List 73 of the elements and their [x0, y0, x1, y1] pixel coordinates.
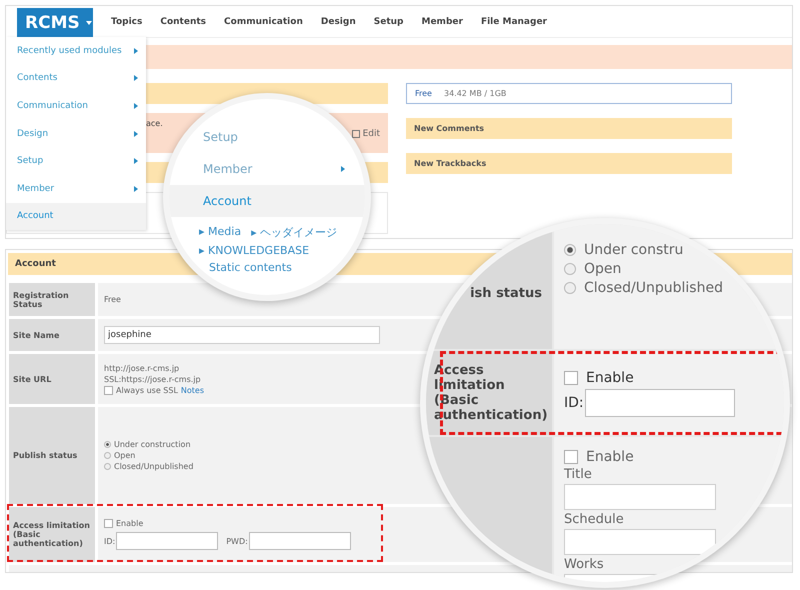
logo-button[interactable]: RCMS — [17, 8, 93, 37]
menu-item[interactable]: Contents — [6, 64, 146, 92]
row-label: Site Name — [9, 319, 95, 351]
radio-label: Closed/Unpublished — [584, 280, 723, 296]
radio-button[interactable] — [564, 282, 576, 294]
storage-plan: Free — [415, 89, 432, 98]
checkbox-label: Enable — [586, 370, 634, 386]
content-link[interactable]: ▸ Media — [199, 225, 242, 240]
submenu-arrow-icon — [134, 102, 138, 109]
url-text: http://jose.r-cms.jp — [104, 364, 180, 372]
menu-item[interactable]: Setup — [6, 147, 146, 175]
site-name-field[interactable]: josephine — [104, 326, 380, 344]
field-label: PWD: — [226, 536, 248, 546]
menu-item[interactable]: Account — [169, 185, 365, 217]
password-field[interactable] — [248, 532, 351, 550]
text-field[interactable] — [564, 484, 716, 510]
field-label: ID: — [104, 536, 116, 546]
content-link[interactable]: Static contents — [209, 261, 292, 274]
submenu-arrow-icon — [134, 130, 138, 137]
panel-header: New Comments — [406, 118, 732, 139]
submenu-arrow-icon — [134, 158, 138, 164]
row-label: Site URL — [9, 354, 95, 404]
row-label: Publish status — [9, 407, 95, 504]
submenu-arrow-icon — [134, 75, 138, 82]
checkbox-label: Enable — [116, 519, 144, 528]
id-field[interactable] — [584, 388, 735, 416]
radio-button[interactable] — [104, 452, 111, 459]
row-label: Access limitation (Basic authentication) — [9, 507, 95, 562]
menu-item[interactable]: Setup — [169, 121, 365, 153]
checkbox[interactable] — [564, 370, 578, 384]
menu-item[interactable]: Account — [6, 202, 146, 230]
menu-item[interactable]: Design — [6, 120, 146, 148]
nav-link[interactable]: Contents — [160, 16, 206, 26]
radio-button[interactable] — [104, 463, 111, 470]
field-label: Schedule — [564, 512, 624, 527]
row-label: Registration Status — [9, 283, 95, 316]
notice-text: ace. — [146, 119, 163, 128]
radio-button[interactable] — [564, 244, 576, 256]
checkbox[interactable] — [564, 450, 578, 464]
radio-button[interactable] — [564, 263, 576, 275]
radio-label: Open — [114, 451, 136, 460]
menu-item[interactable]: Member — [6, 174, 146, 203]
submenu-arrow-icon — [134, 48, 138, 54]
content-link[interactable]: ▸ ヘッダイメージ — [251, 225, 338, 240]
field-label: ID: — [564, 394, 584, 410]
submenu-arrow-icon — [134, 186, 138, 192]
checkbox[interactable] — [104, 386, 113, 394]
radio-label: Open — [584, 261, 622, 277]
nav-link[interactable]: Member — [422, 16, 463, 26]
url-text: SSL:https://jose.r-cms.jp — [104, 374, 201, 384]
panel-header: New Trackbacks — [406, 153, 732, 174]
nav-link[interactable]: Topics — [111, 16, 142, 26]
field-label: Title — [564, 467, 592, 482]
checkbox-label: Always use SSL — [116, 386, 178, 394]
storage-usage: 34.42 MB / 1GB — [444, 89, 506, 98]
notes-link[interactable]: Notes — [180, 386, 204, 394]
text-field[interactable] — [564, 529, 716, 555]
nav-link[interactable]: File Manager — [480, 16, 547, 26]
nav-link[interactable]: Communication — [224, 16, 303, 26]
menu-item[interactable]: Communication — [6, 92, 146, 120]
checkbox[interactable] — [104, 519, 113, 528]
menu-item[interactable]: Member — [169, 153, 365, 185]
submenu-arrow-icon — [341, 166, 345, 172]
nav-link[interactable]: Setup — [374, 16, 404, 26]
checkbox-label: Enable — [586, 449, 634, 465]
id-field[interactable] — [116, 532, 218, 550]
nav-link[interactable]: Design — [320, 16, 356, 26]
menu-item[interactable]: Recently used modules — [6, 37, 146, 65]
field-label: Works — [564, 557, 604, 572]
radio-label: Under construction — [114, 440, 191, 449]
radio-button[interactable] — [104, 441, 111, 448]
radio-label: Closed/Unpublished — [114, 462, 194, 471]
value-text: Free — [104, 295, 121, 304]
